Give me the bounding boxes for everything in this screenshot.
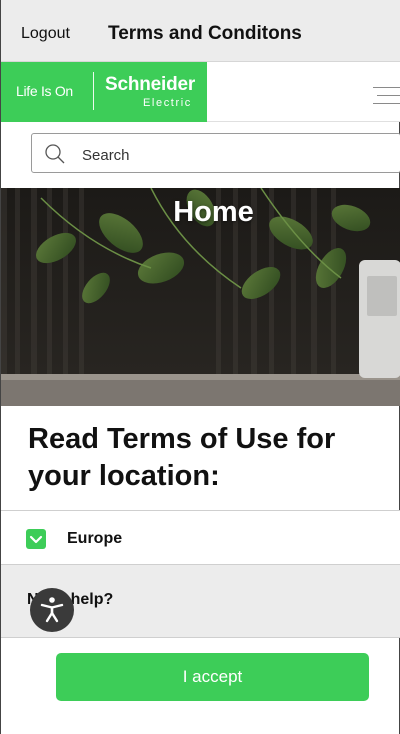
app-frame: Logout Terms and Conditons Life Is On Sc…: [0, 0, 400, 734]
logo-brand-name: Schneider: [105, 74, 196, 95]
accept-button[interactable]: I accept: [56, 653, 369, 701]
search-bar: [31, 133, 400, 173]
top-bar: Logout Terms and Conditons: [1, 0, 400, 62]
location-label: Europe: [67, 530, 123, 547]
hero-title: Home: [173, 196, 254, 228]
location-selector[interactable]: Europe: [1, 510, 400, 564]
schneider-electric-logo[interactable]: Life Is On Schneider Electric: [1, 62, 207, 122]
hamburger-menu-icon[interactable]: [373, 84, 400, 106]
brand-bar: Life Is On Schneider Electric: [1, 62, 400, 122]
terms-heading: Read Terms of Use for your location:: [28, 423, 336, 492]
logout-link[interactable]: Logout: [21, 25, 70, 43]
chevron-down-icon[interactable]: [26, 529, 46, 549]
logo-tagline: Life Is On: [16, 83, 73, 99]
search-icon[interactable]: [44, 143, 66, 170]
search-input[interactable]: [80, 143, 384, 167]
logo-divider: [93, 72, 94, 110]
accessibility-icon[interactable]: [30, 588, 74, 632]
logo-brand-sub: Electric: [143, 97, 192, 109]
page-title: Terms and Conditons: [108, 23, 302, 44]
